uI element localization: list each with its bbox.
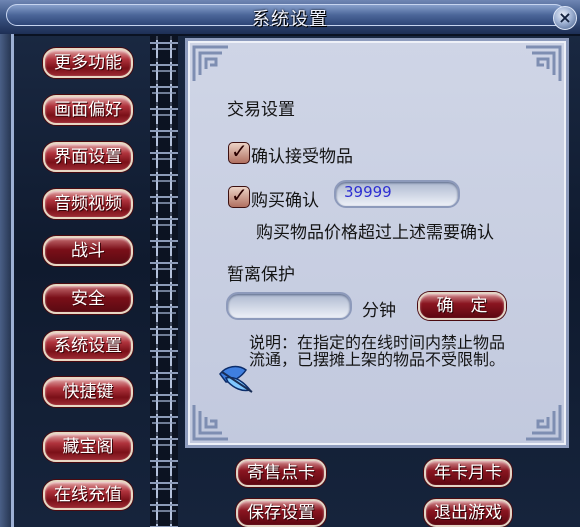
sidebar-item-audio-video[interactable]: 音频视频 (43, 189, 133, 219)
exit-game-button[interactable]: 退出游戏 (424, 499, 512, 527)
left-frame (0, 34, 14, 527)
buy-confirm-price-input[interactable]: 39999 (334, 180, 460, 208)
window-title: 系统设置 (252, 9, 328, 30)
settings-window: 系统设置 × 更多功能 画面偏好 界面设置 音频视频 战斗 安全 系统设置 快捷… (0, 0, 580, 527)
corner-ornament-icon (192, 405, 228, 441)
note-text: 说明：在指定的在线时间内禁止物品流通，已摆摊上架的物品不受限制。 (249, 333, 506, 369)
corner-ornament-icon (526, 45, 562, 81)
sidebar-item-system-settings[interactable]: 系统设置 (43, 331, 133, 361)
buy-confirm-checkbox[interactable]: ✓ (228, 183, 250, 208)
sidebar-item-recharge[interactable]: 在线充值 (43, 480, 133, 510)
sidebar-item-security[interactable]: 安全 (43, 284, 133, 314)
corner-ornament-icon (526, 405, 562, 441)
feather-decoration-icon (219, 365, 253, 393)
sidebar-item-treasure-pavilion[interactable]: 藏宝阁 (43, 432, 133, 462)
sidebar-item-graphics[interactable]: 画面偏好 (43, 95, 133, 125)
annual-card-button[interactable]: 年卡月卡 (424, 459, 512, 487)
checkmark-icon: ✓ (231, 183, 248, 207)
consign-card-button[interactable]: 寄售点卡 (236, 459, 326, 487)
save-settings-button[interactable]: 保存设置 (236, 499, 326, 527)
close-icon[interactable]: × (553, 6, 577, 30)
price-value: 39999 (344, 183, 392, 201)
confirm-receive-label: 确认接受物品 (251, 147, 353, 167)
away-minutes-input[interactable] (226, 292, 352, 320)
sidebar-item-combat[interactable]: 战斗 (43, 236, 133, 266)
minutes-unit-label: 分钟 (362, 301, 396, 321)
buy-hint-text: 购买物品价格超过上述需要确认 (256, 223, 494, 243)
sidebar-item-more-features[interactable]: 更多功能 (43, 48, 133, 78)
trade-section-title: 交易设置 (227, 100, 295, 120)
decorative-border-pattern (152, 36, 176, 527)
confirm-receive-checkbox[interactable]: ✓ (228, 139, 250, 164)
confirm-button[interactable]: 确 定 (418, 292, 506, 320)
title-bar: 系统设置 × (0, 0, 580, 36)
sidebar-item-interface[interactable]: 界面设置 (43, 142, 133, 172)
corner-ornament-icon (192, 45, 228, 81)
checkmark-icon: ✓ (231, 139, 248, 163)
sidebar-item-hotkeys[interactable]: 快捷键 (43, 377, 133, 407)
buy-confirm-label: 购买确认 (251, 191, 319, 211)
away-section-title: 暂离保护 (227, 265, 295, 285)
